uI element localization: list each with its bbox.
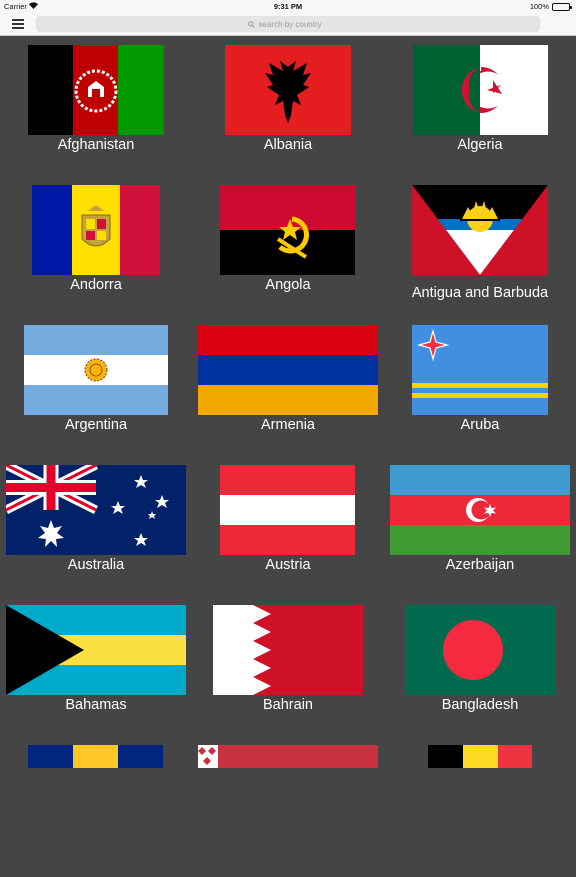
country-cell-austria[interactable]: Austria xyxy=(192,457,384,597)
country-name: Aruba xyxy=(460,417,500,433)
country-name: Argentina xyxy=(64,417,128,433)
search-input[interactable] xyxy=(258,19,329,29)
country-name: Albania xyxy=(263,137,313,153)
country-cell-antigua[interactable]: Antigua and Barbuda xyxy=(384,177,576,317)
country-cell-partial[interactable] xyxy=(384,737,576,877)
navigation-bar xyxy=(0,14,576,36)
country-cell-andorra[interactable]: Andorra xyxy=(0,177,192,317)
flag-australia xyxy=(6,465,186,555)
flag-angola xyxy=(220,185,355,275)
country-name: Afghanistan xyxy=(57,137,135,153)
battery-icon xyxy=(552,3,572,11)
country-name: Austria xyxy=(265,557,311,573)
country-name: Australia xyxy=(67,557,125,573)
status-bar: Carrier 9:31 PM 100% xyxy=(0,0,576,14)
country-name: Azerbaijan xyxy=(445,557,515,573)
flag-albania xyxy=(225,45,351,135)
country-cell-partial[interactable] xyxy=(192,737,384,877)
flag-belarus xyxy=(198,745,378,768)
country-name: Armenia xyxy=(261,417,315,433)
country-name: Bahamas xyxy=(65,697,127,713)
country-cell-bangladesh[interactable]: Bangladesh xyxy=(384,597,576,737)
country-cell-afghanistan[interactable]: Afghanistan xyxy=(0,37,192,177)
flag-azerbaijan xyxy=(390,465,570,555)
country-cell-albania[interactable]: Albania xyxy=(192,37,384,177)
country-cell-algeria[interactable]: Algeria xyxy=(384,37,576,177)
country-cell-australia[interactable]: Australia xyxy=(0,457,192,597)
flag-argentina xyxy=(24,325,168,415)
country-name: Algeria xyxy=(457,137,503,153)
search-bar[interactable] xyxy=(36,16,540,32)
flag-austria xyxy=(220,465,355,555)
country-cell-argentina[interactable]: Argentina xyxy=(0,317,192,457)
flag-algeria xyxy=(413,45,548,135)
country-cell-azerbaijan[interactable]: Azerbaijan xyxy=(384,457,576,597)
flag-barbados xyxy=(28,745,163,768)
flag-aruba xyxy=(412,325,548,415)
country-cell-partial[interactable] xyxy=(0,737,192,877)
flag-bahamas xyxy=(6,605,186,695)
menu-icon[interactable] xyxy=(12,19,24,29)
flag-andorra xyxy=(32,185,160,275)
country-name: Bahrain xyxy=(263,697,313,713)
flag-antigua-and-barbuda xyxy=(412,185,548,275)
battery-percentage: 100% xyxy=(529,2,549,11)
country-cell-bahamas[interactable]: Bahamas xyxy=(0,597,192,737)
country-cell-armenia[interactable]: Armenia xyxy=(192,317,384,457)
flag-afghanistan xyxy=(28,45,164,135)
country-cell-aruba[interactable]: Aruba xyxy=(384,317,576,457)
country-name: Andorra xyxy=(70,277,122,293)
country-cell-angola[interactable]: Angola xyxy=(192,177,384,317)
country-name: Bangladesh xyxy=(441,697,519,713)
flag-armenia xyxy=(198,325,378,415)
country-grid: Afghanistan Albania Algeria Andorra Ango… xyxy=(0,37,576,768)
country-name: Angola xyxy=(265,277,311,293)
flag-belgium xyxy=(428,745,532,768)
search-icon xyxy=(247,20,255,28)
flag-bahrain xyxy=(213,605,363,695)
country-name: Antigua and Barbuda xyxy=(411,285,549,301)
country-cell-bahrain[interactable]: Bahrain xyxy=(192,597,384,737)
clock: 9:31 PM xyxy=(273,2,303,11)
flag-bangladesh xyxy=(405,605,555,695)
